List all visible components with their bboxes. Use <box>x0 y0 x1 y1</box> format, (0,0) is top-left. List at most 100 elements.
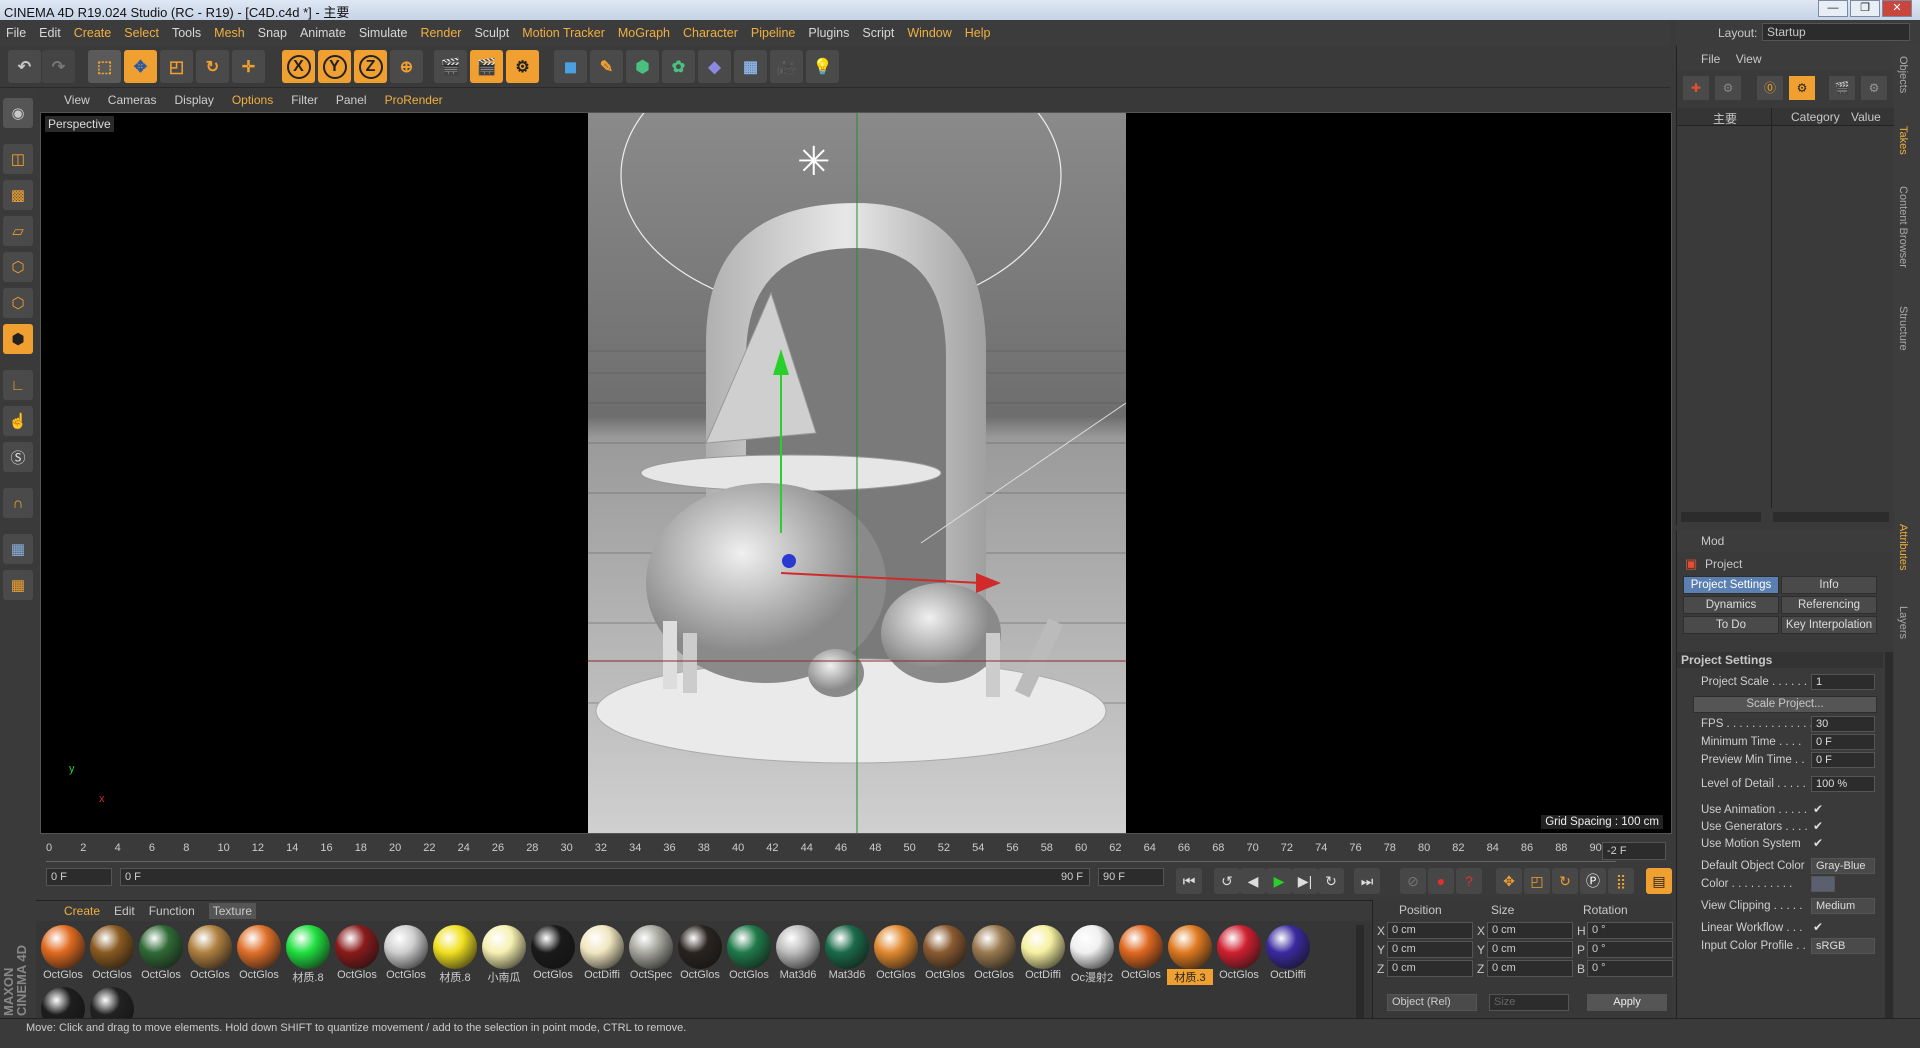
close-button[interactable]: ✕ <box>1882 0 1912 17</box>
material-swatch[interactable]: OctGlos <box>677 925 723 983</box>
goto-end-icon[interactable]: ⏭ <box>1354 868 1380 894</box>
coord-rot-field[interactable]: 0 ° <box>1587 941 1673 958</box>
light-icon[interactable]: 💡 <box>806 50 839 83</box>
attr-value-field[interactable]: 0 F <box>1811 734 1875 750</box>
y-axis-lock-icon[interactable]: Y <box>318 50 351 83</box>
timeline-ruler[interactable]: 0 2 4 6 8 10 12 14 16 18 20 22 24 26 28 30 32 34 36 38 40 42 4… <box>46 840 1616 862</box>
scale-tool-icon[interactable]: ◰ <box>160 50 193 83</box>
texture-mode-icon[interactable]: ▩ <box>3 180 33 210</box>
material-swatch[interactable]: OctDiffi <box>1020 925 1066 983</box>
material-swatch[interactable]: OctGlos <box>40 925 86 983</box>
attr-checkbox[interactable]: ✔ <box>1813 836 1823 850</box>
coord-rot-field[interactable]: 0 ° <box>1587 960 1673 977</box>
undo-icon[interactable]: ↶ <box>8 50 41 83</box>
material-swatch[interactable]: OctGlos <box>971 925 1017 983</box>
camera-icon[interactable]: 🎥 <box>770 50 803 83</box>
material-swatch[interactable]: OctDiffi <box>579 925 625 983</box>
material-menu-texture[interactable]: Texture <box>208 903 257 919</box>
coord-size-field[interactable]: 0 cm <box>1487 960 1573 977</box>
dock-tab-structure[interactable]: Structure <box>1897 306 1909 351</box>
render-take-icon[interactable]: 🎬 <box>1829 76 1855 100</box>
material-swatch[interactable]: OctGlos <box>922 925 968 983</box>
menu-character[interactable]: Character <box>683 26 738 40</box>
menu-mograph[interactable]: MoGraph <box>618 26 670 40</box>
attr-value-field[interactable] <box>1811 876 1835 892</box>
tab-referencing[interactable]: Referencing <box>1781 596 1877 614</box>
material-swatch[interactable]: Oc漫射2 <box>1069 925 1115 984</box>
polygons-mode-icon[interactable]: ⬢ <box>3 324 33 354</box>
material-swatch[interactable]: OctGlos <box>89 925 135 983</box>
z-move-handle[interactable] <box>782 554 796 568</box>
coord-size-field[interactable]: 0 cm <box>1487 941 1573 958</box>
current-frame-field[interactable]: -2 F <box>1602 842 1666 860</box>
material-swatch[interactable]: OctGlos <box>383 925 429 983</box>
material-swatch[interactable]: OctGlos <box>1118 925 1164 983</box>
coord-pos-field[interactable]: 0 cm <box>1387 960 1473 977</box>
z-axis-lock-icon[interactable]: Z <box>354 50 387 83</box>
attr-value-field[interactable]: 0 F <box>1811 752 1875 768</box>
viewport-menu-panel[interactable]: Panel <box>336 93 367 107</box>
size-mode-dropdown[interactable]: Size <box>1489 994 1569 1011</box>
attr-value-field[interactable]: 30 <box>1811 716 1875 732</box>
key-position-icon[interactable]: ✥ <box>1496 868 1522 894</box>
coordinate-system-icon[interactable]: ⊕ <box>390 50 423 83</box>
key-pla-icon[interactable]: ⣿ <box>1608 868 1634 894</box>
menu-tools[interactable]: Tools <box>172 26 201 40</box>
material-swatch[interactable]: OctGlos <box>1216 925 1262 983</box>
viewport-perspective[interactable]: ✳ Perspective y x Grid Spacing : 100 cm <box>40 112 1672 834</box>
dock-tab-objects[interactable]: Objects <box>1897 56 1909 93</box>
attr-value-field[interactable]: Gray-Blue <box>1811 858 1875 874</box>
planar-workplane-icon[interactable]: ▦ <box>3 570 33 600</box>
material-swatch[interactable]: Mat3d6 <box>824 925 870 983</box>
menu-select[interactable]: Select <box>124 26 159 40</box>
menu-pipeline[interactable]: Pipeline <box>751 26 795 40</box>
menu-simulate[interactable]: Simulate <box>359 26 408 40</box>
material-swatch[interactable]: Mat3d6 <box>775 925 821 983</box>
coord-rot-field[interactable]: 0 ° <box>1587 922 1673 939</box>
menu-help[interactable]: Help <box>965 26 991 40</box>
tab-dynamics[interactable]: Dynamics <box>1683 596 1779 614</box>
minimize-button[interactable]: — <box>1818 0 1848 17</box>
attr-checkbox[interactable]: ✔ <box>1813 920 1823 934</box>
material-menu-create[interactable]: Create <box>64 904 100 918</box>
override-icon[interactable]: ⚙ <box>1789 76 1815 100</box>
make-editable-icon[interactable]: ◉ <box>3 98 33 128</box>
tab-to-do[interactable]: To Do <box>1683 616 1779 634</box>
goto-next-key-icon[interactable]: ↻ <box>1318 868 1344 894</box>
record-keys-icon[interactable]: ⊘ <box>1400 868 1426 894</box>
end-frame-field[interactable]: 90 F <box>1098 868 1164 886</box>
material-swatch[interactable]: OctGlos <box>873 925 919 983</box>
menu-motion-tracker[interactable]: Motion Tracker <box>522 26 605 40</box>
maximize-button[interactable]: ❐ <box>1850 0 1880 17</box>
prev-frame-icon[interactable]: ◀ <box>1240 868 1266 894</box>
menu-sculpt[interactable]: Sculpt <box>474 26 509 40</box>
record-icon[interactable]: ● <box>1428 868 1454 894</box>
material-swatch[interactable]: 材质.8 <box>285 925 331 984</box>
solo-mode-icon[interactable]: Ⓢ <box>3 442 33 472</box>
coord-mode-dropdown[interactable]: Object (Rel) <box>1387 994 1477 1011</box>
render-settings-icon[interactable]: ⚙ <box>506 50 539 83</box>
workplane-mode-icon[interactable]: ▱ <box>3 216 33 246</box>
tweak-mode-icon[interactable]: ☝ <box>3 406 33 436</box>
object-menu-file[interactable]: File <box>1701 52 1720 66</box>
coord-pos-field[interactable]: 0 cm <box>1387 941 1473 958</box>
key-scale-icon[interactable]: ◰ <box>1524 868 1550 894</box>
material-swatch[interactable]: OctGlos <box>138 925 184 983</box>
x-axis-lock-icon[interactable]: X <box>282 50 315 83</box>
object-menu-view[interactable]: View <box>1736 52 1762 66</box>
material-swatch[interactable]: 材质.8 <box>432 925 478 984</box>
menu-window[interactable]: Window <box>907 26 951 40</box>
key-rotation-icon[interactable]: ↻ <box>1552 868 1578 894</box>
floor-icon[interactable]: ▦ <box>734 50 767 83</box>
menu-render[interactable]: Render <box>420 26 461 40</box>
menu-create[interactable]: Create <box>74 26 112 40</box>
tab-info[interactable]: Info <box>1781 576 1877 594</box>
rotate-tool-icon[interactable]: ↻ <box>196 50 229 83</box>
layout-dropdown[interactable]: Startup <box>1762 23 1910 41</box>
scale-project-button[interactable]: Scale Project... <box>1693 696 1877 713</box>
apply-button[interactable]: Apply <box>1587 994 1667 1011</box>
dock-tab-attributes[interactable]: Attributes <box>1897 524 1909 570</box>
subdivision-surface-icon[interactable]: ⬢ <box>626 50 659 83</box>
cube-icon[interactable]: ◼ <box>554 50 587 83</box>
axis-mode-icon[interactable]: ∟ <box>3 370 33 400</box>
